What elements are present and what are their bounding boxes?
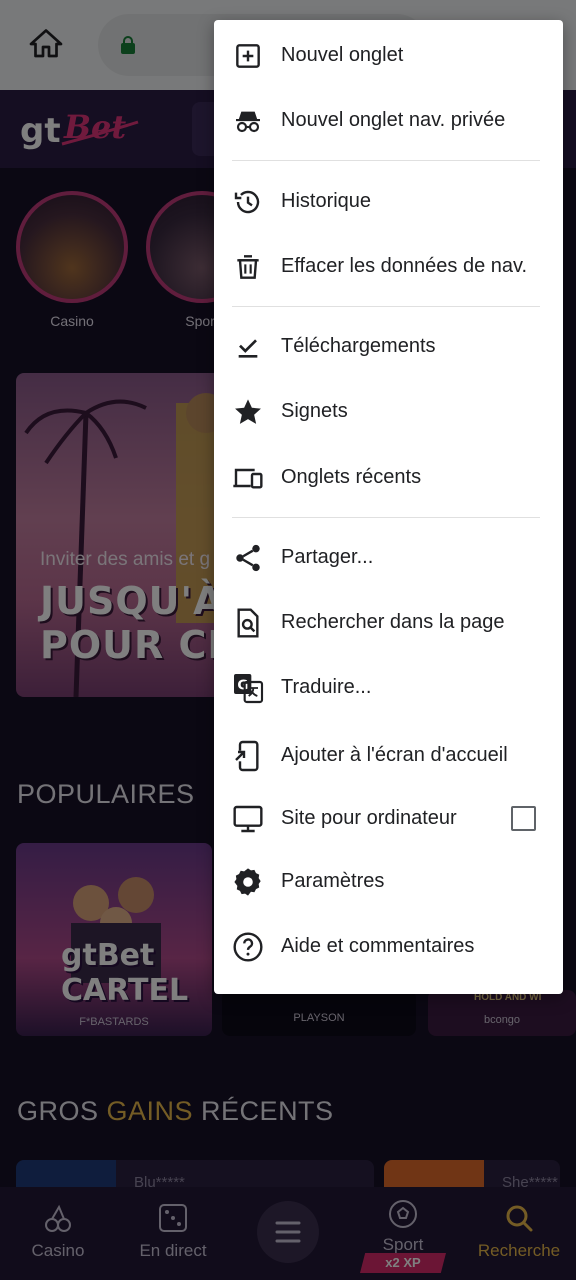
- menu-item-label: Traduire...: [281, 676, 372, 698]
- menu-item-downloads[interactable]: Téléchargements: [214, 314, 563, 379]
- menu-item-translate[interactable]: G Traduire...: [214, 655, 563, 720]
- menu-item-label: Nouvel onglet: [281, 44, 404, 66]
- menu-item-new-tab[interactable]: Nouvel onglet: [214, 23, 563, 88]
- menu-item-label: Paramètres: [281, 870, 385, 892]
- menu-item-label: Site pour ordinateur: [281, 807, 457, 829]
- menu-item-label: Téléchargements: [281, 335, 436, 357]
- menu-item-clear-data[interactable]: Effacer les données de nav.: [214, 234, 563, 299]
- menu-item-help[interactable]: Aide et commentaires: [214, 914, 563, 979]
- svg-text:G: G: [237, 678, 248, 693]
- menu-item-label: Aide et commentaires: [281, 935, 475, 957]
- settings-icon: [232, 866, 264, 898]
- star-icon: [232, 396, 264, 428]
- download-icon: [232, 331, 264, 363]
- devices-icon: [232, 462, 264, 494]
- menu-item-history[interactable]: Historique: [214, 169, 563, 234]
- menu-divider: [232, 517, 540, 518]
- share-icon: [232, 542, 264, 574]
- menu-item-label: Effacer les données de nav.: [281, 255, 528, 277]
- menu-item-recent-tabs[interactable]: Onglets récents: [214, 445, 563, 510]
- menu-item-share[interactable]: Partager...: [214, 525, 563, 590]
- menu-item-settings[interactable]: Paramètres: [214, 849, 563, 914]
- menu-item-label: Historique: [281, 190, 372, 212]
- help-icon: [232, 931, 264, 963]
- find-in-page-icon: [232, 607, 264, 639]
- menu-item-label: Onglets récents: [281, 466, 422, 488]
- incognito-icon: [232, 105, 264, 137]
- menu-item-add-to-home[interactable]: Ajouter à l'écran d'accueil: [214, 723, 563, 788]
- menu-item-incognito[interactable]: Nouvel onglet nav. privée: [214, 88, 563, 153]
- new-tab-icon: [232, 40, 264, 72]
- menu-item-label: Ajouter à l'écran d'accueil: [281, 744, 508, 766]
- menu-item-label: Nouvel onglet nav. privée: [281, 109, 506, 131]
- menu-item-label: Partager...: [281, 546, 374, 568]
- desktop-site-checkbox[interactable]: [511, 806, 536, 831]
- translate-icon: G: [232, 672, 264, 704]
- menu-item-label: Rechercher dans la page: [281, 611, 505, 633]
- browser-overflow-menu: Nouvel onglet Nouvel onglet nav. privée …: [214, 20, 563, 994]
- menu-item-find-in-page[interactable]: Rechercher dans la page: [214, 590, 563, 655]
- desktop-icon: [232, 803, 264, 835]
- menu-divider: [232, 160, 540, 161]
- menu-divider: [232, 306, 540, 307]
- history-icon: [232, 186, 264, 218]
- menu-item-desktop-site[interactable]: Site pour ordinateur: [214, 786, 563, 851]
- add-to-home-icon: [232, 740, 264, 772]
- menu-item-label: Signets: [281, 400, 348, 422]
- trash-icon: [232, 251, 264, 283]
- menu-item-bookmarks[interactable]: Signets: [214, 379, 563, 444]
